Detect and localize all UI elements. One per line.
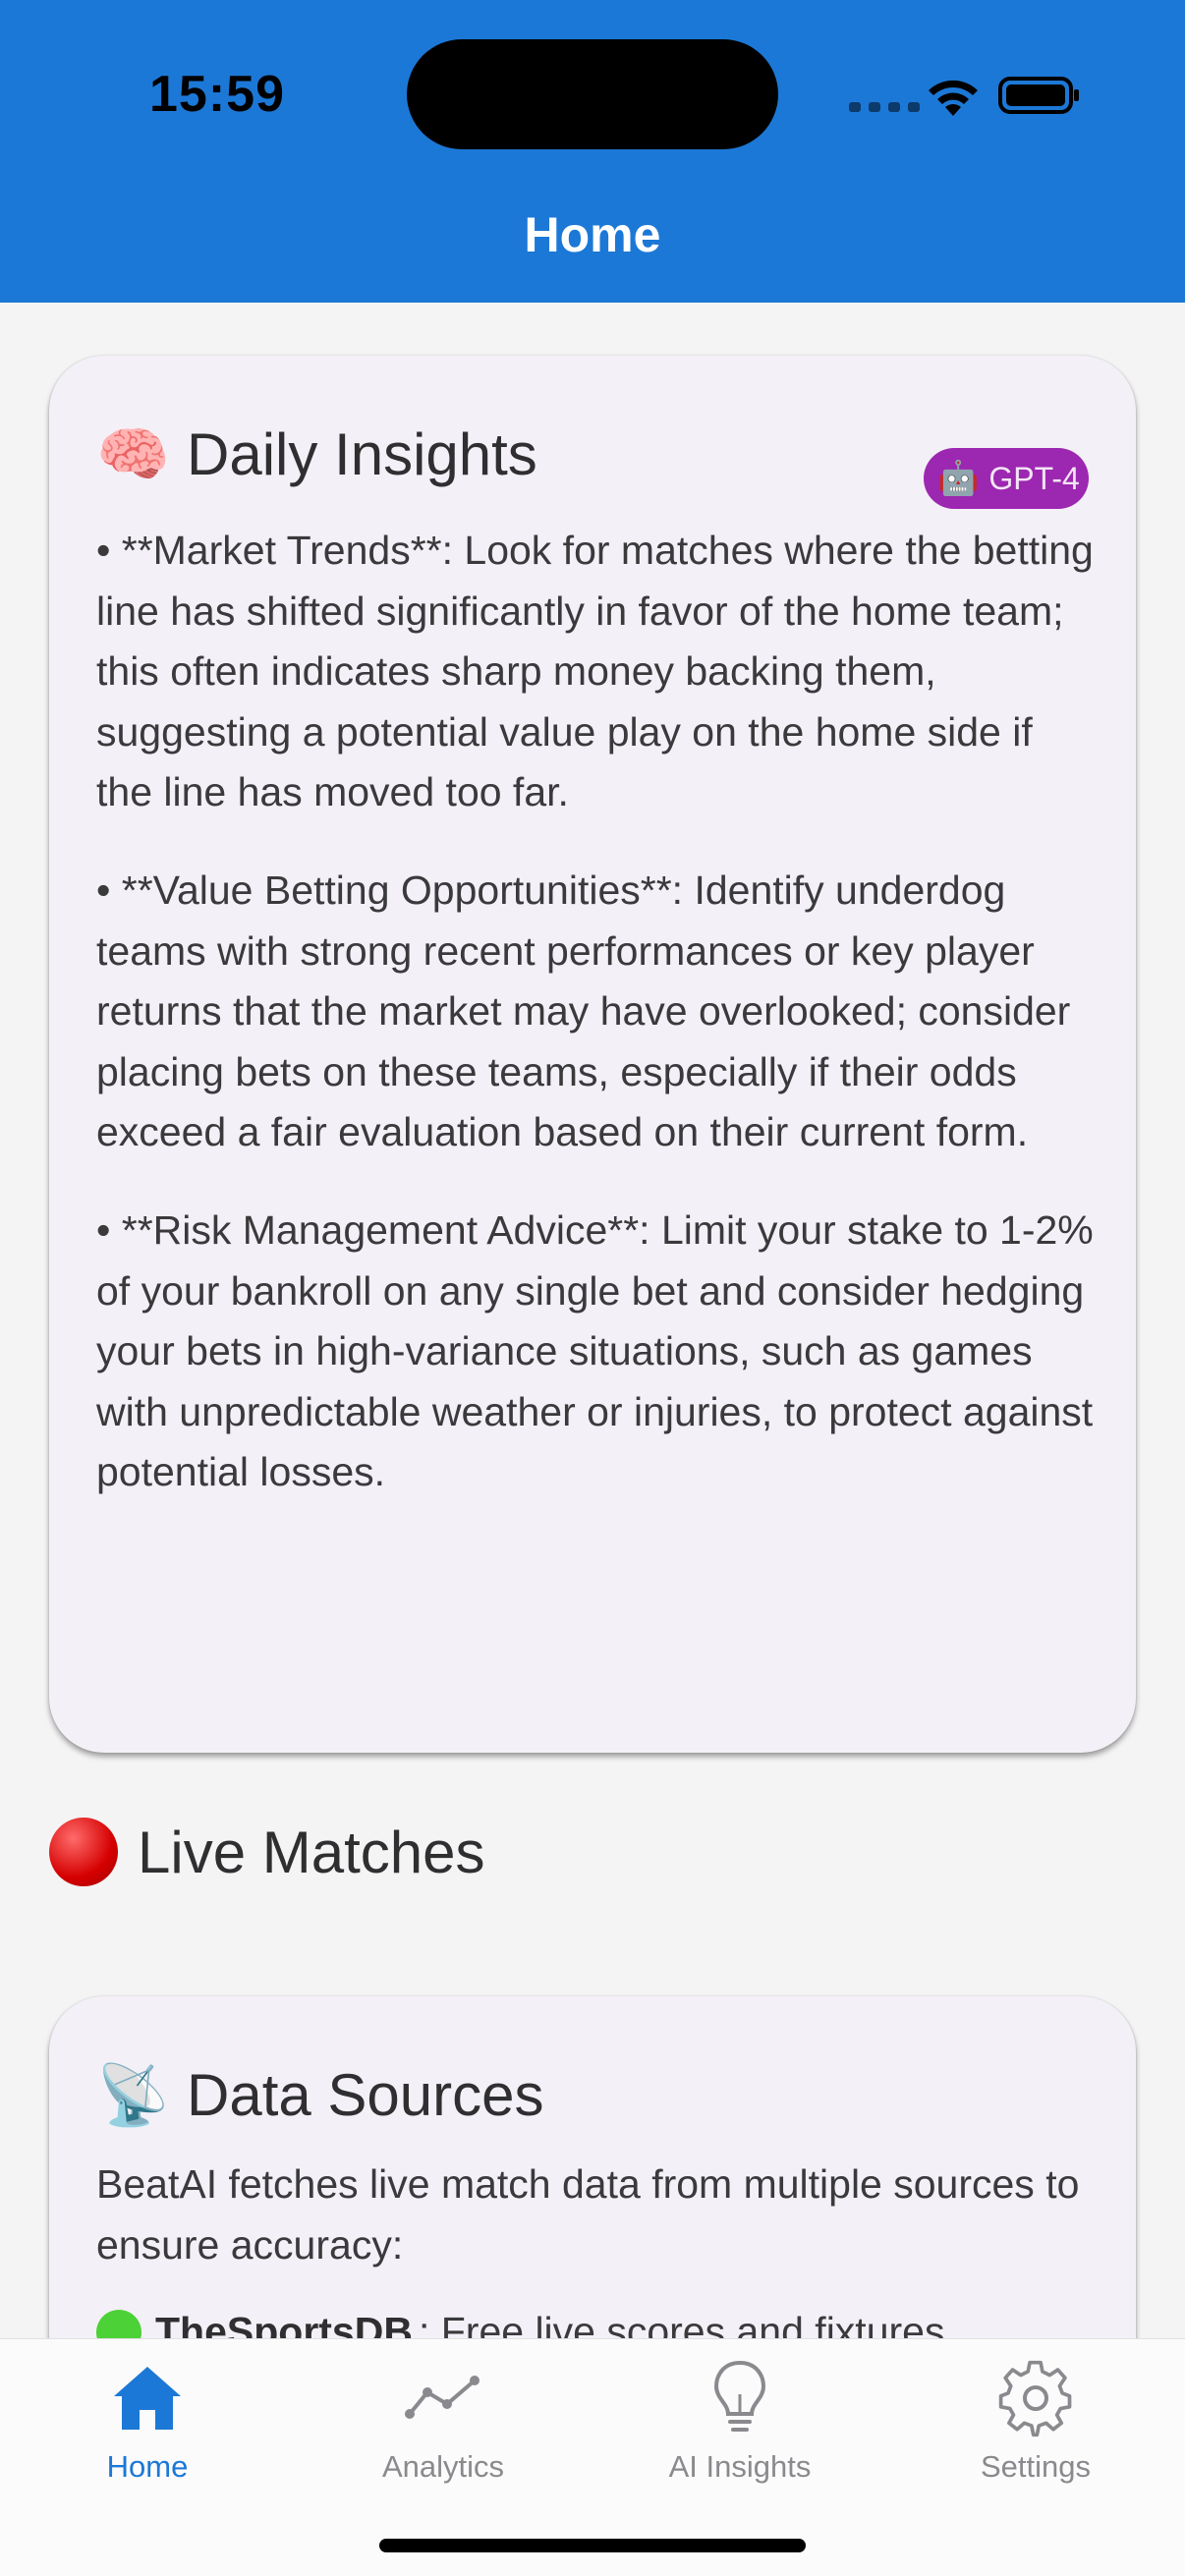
tab-label: Settings xyxy=(980,2449,1091,2484)
daily-insights-card: 🧠 Daily Insights 🤖 GPT-4 • **Market Tren… xyxy=(49,356,1136,1753)
dynamic-island xyxy=(407,39,778,149)
section-title: Live Matches xyxy=(138,1819,485,1885)
tab-label: Home xyxy=(106,2449,189,2484)
wifi-icon xyxy=(929,80,978,116)
analytics-icon xyxy=(405,2376,480,2419)
card-header: 📡 Data Sources xyxy=(96,2061,544,2129)
tab-label: AI Insights xyxy=(668,2449,812,2484)
card-header: 🧠 Daily Insights xyxy=(96,420,537,488)
model-badge-label: GPT-4 xyxy=(988,460,1080,496)
robot-icon: 🤖 xyxy=(937,460,980,497)
home-icon xyxy=(114,2367,181,2430)
tab-ai-insights[interactable]: AI Insights xyxy=(592,2339,887,2506)
app-bar: 15:59 Home xyxy=(0,0,1185,303)
insight-item: • **Value Betting Opportunities**: Ident… xyxy=(96,867,1071,1155)
gear-icon xyxy=(998,2360,1072,2437)
tab-settings[interactable]: Settings xyxy=(888,2339,1183,2506)
brain-icon: 🧠 xyxy=(96,420,170,487)
insight-item: • **Risk Management Advice**: Limit your… xyxy=(96,1206,1094,1495)
tab-label: Analytics xyxy=(381,2449,505,2484)
battery-icon xyxy=(998,77,1079,114)
tab-analytics[interactable]: Analytics xyxy=(296,2339,591,2506)
red-circle-icon xyxy=(49,1818,118,1886)
insight-item: • **Market Trends**: Look for matches wh… xyxy=(96,528,1094,815)
card-title: Daily Insights xyxy=(187,421,537,487)
sources-description: BeatAI fetches live match data from mult… xyxy=(96,2161,1080,2268)
cellular-signal-icon xyxy=(849,102,920,112)
tab-home[interactable]: Home xyxy=(0,2339,295,2506)
page-title: Home xyxy=(524,207,661,262)
satellite-dish-icon: 📡 xyxy=(96,2061,170,2128)
lightbulb-icon xyxy=(713,2360,766,2432)
live-matches-heading: Live Matches xyxy=(49,1818,485,1886)
insights-list: • **Market Trends**: Look for matches wh… xyxy=(96,521,1099,1540)
status-time: 15:59 xyxy=(149,66,285,123)
home-indicator xyxy=(379,2539,806,2552)
model-badge: 🤖 GPT-4 xyxy=(924,448,1089,509)
card-title: Data Sources xyxy=(187,2062,544,2128)
